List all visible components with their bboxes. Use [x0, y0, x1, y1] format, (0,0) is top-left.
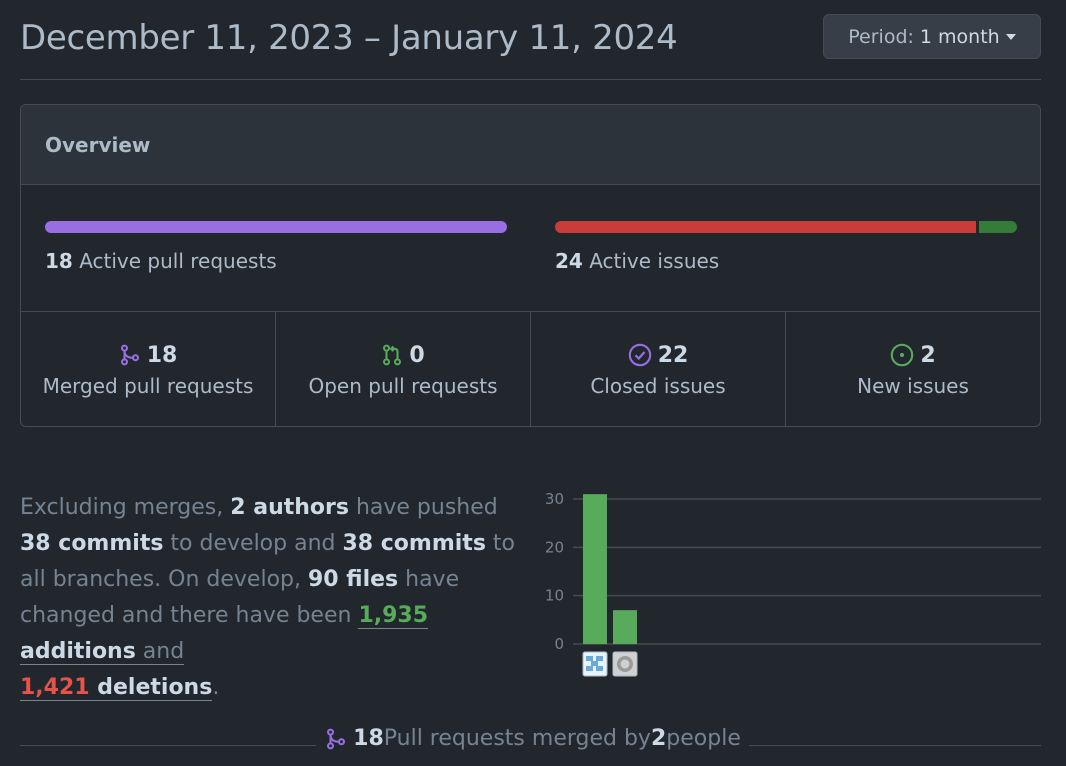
pull-requests-bar[interactable] — [45, 221, 507, 233]
additions-word: additions — [20, 639, 136, 664]
issues-closed-segment — [555, 221, 976, 233]
chart-bar[interactable] — [583, 494, 607, 644]
issues-bar[interactable] — [555, 221, 1017, 233]
chart-y-tick-label: 20 — [545, 538, 564, 556]
open-pull-requests-value: 0 — [409, 342, 425, 368]
summary-text-1: Excluding merges, — [20, 495, 231, 520]
activity-bars: 18 Active pull requests 24 Active issues — [21, 185, 1040, 312]
merge-icon — [120, 344, 139, 366]
active-pull-requests-label: Active pull requests — [79, 249, 277, 273]
files-count: 90 files — [308, 567, 399, 592]
overview-header: Overview — [21, 105, 1040, 185]
commit-summary: Excluding merges, 2 authors have pushed … — [20, 490, 520, 706]
check-circle-icon — [628, 343, 651, 367]
deletions-word: deletions — [89, 675, 213, 700]
footer-pr-count: 18 — [353, 726, 384, 751]
merged-pull-requests-value: 18 — [146, 342, 178, 368]
stat-open-pull-requests[interactable]: 0 Open pull requests — [276, 312, 531, 426]
period-dropdown-button[interactable]: Period: 1 month — [823, 14, 1041, 59]
chart-y-tick-label: 0 — [554, 635, 564, 653]
caret-down-icon — [1005, 33, 1016, 40]
active-pull-requests-link[interactable]: 18 Active pull requests — [45, 249, 277, 273]
chart-y-tick-label: 30 — [545, 490, 564, 508]
issues-new-segment — [978, 221, 1017, 233]
commits-all-count: 38 commits — [342, 531, 486, 556]
footer-text: Pull requests merged by — [383, 726, 651, 751]
pull-request-icon — [383, 344, 402, 366]
summary-text-3: to develop and — [163, 531, 343, 556]
stat-merged-pull-requests[interactable]: 18 Merged pull requests — [21, 312, 276, 426]
footer-people-count: 2 — [650, 726, 667, 751]
commits-develop-count: 38 commits — [20, 531, 164, 556]
footer-people-word: people — [666, 726, 741, 751]
active-issues-link[interactable]: 24 Active issues — [555, 249, 719, 273]
stat-new-issues[interactable]: 2 New issues — [786, 312, 1040, 426]
active-issues-label: Active issues — [589, 249, 720, 273]
summary-text-2: have pushed — [348, 495, 498, 520]
authors-link[interactable]: 2 authors — [230, 495, 349, 520]
date-range-title: December 11, 2023 – January 11, 2024 — [20, 18, 678, 58]
page-header: December 11, 2023 – January 11, 2024 Per… — [20, 0, 1041, 80]
stat-closed-issues[interactable]: 22 Closed issues — [531, 312, 786, 426]
active-pull-requests-count: 18 — [45, 249, 73, 273]
deletions-link[interactable]: 1,421 deletions — [20, 675, 213, 701]
pull-requests-merged-segment — [45, 221, 507, 233]
new-issues-value: 2 — [920, 342, 936, 368]
additions-count: 1,935 — [358, 603, 429, 628]
merged-by-footer: 18 Pull requests merged by 2 people — [0, 726, 1066, 756]
active-issues-count: 24 — [555, 249, 583, 273]
overview-panel: Overview 18 Active pull requests 24 Acti… — [20, 104, 1041, 427]
closed-issues-value: 22 — [657, 342, 689, 368]
deletions-count: 1,421 — [20, 675, 90, 700]
author-avatar[interactable] — [612, 651, 638, 677]
new-issues-label: New issues — [857, 374, 969, 398]
overview-title: Overview — [45, 133, 151, 157]
merged-pull-requests-label: Merged pull requests — [42, 374, 254, 398]
period-label: Period: — [848, 25, 914, 48]
summary-text-7: . — [212, 675, 220, 700]
overview-stats: 18 Merged pull requests 0 Open pull requ… — [21, 312, 1040, 426]
author-avatar[interactable] — [582, 651, 608, 677]
open-pull-requests-label: Open pull requests — [308, 374, 498, 398]
period-value: 1 month — [919, 25, 1000, 48]
closed-issues-label: Closed issues — [590, 374, 726, 398]
commits-by-author-chart: 30 20 10 0 — [545, 490, 1041, 677]
chart-bar[interactable] — [613, 610, 637, 644]
merge-icon — [327, 728, 346, 749]
issue-opened-icon — [891, 343, 914, 367]
summary-text-6: and — [135, 639, 185, 664]
chart-y-tick-label: 10 — [545, 587, 564, 605]
